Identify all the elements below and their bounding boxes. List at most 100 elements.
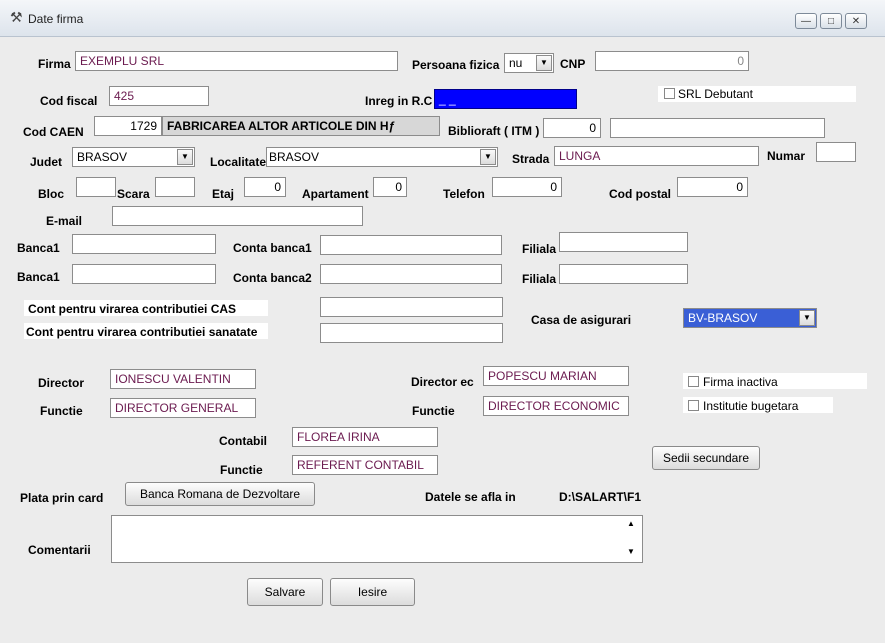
scara-label: Scara <box>117 187 150 201</box>
persoana-fizica-value: nu <box>509 56 523 70</box>
scroll-up-icon[interactable]: ▲ <box>627 519 635 528</box>
director-label: Director <box>38 376 85 390</box>
conta-banca1-input[interactable] <box>320 235 502 255</box>
telefon-input[interactable]: 0 <box>492 177 562 197</box>
biblioraft-label: Biblioraft ( ITM ) <box>448 124 540 138</box>
comentarii-label: Comentarii <box>28 543 91 557</box>
save-button[interactable]: Salvare <box>247 578 323 606</box>
judet-select[interactable]: BRASOV ▼ <box>72 147 195 167</box>
conta-banca2-label: Conta banca2 <box>233 271 312 285</box>
filiala2-input[interactable] <box>559 264 688 284</box>
inreg-rc-input[interactable]: _ _ <box>434 89 577 109</box>
email-input[interactable] <box>112 206 363 226</box>
comentarii-textarea[interactable] <box>111 515 643 563</box>
localitate-select[interactable]: BRASOV ▼ <box>266 147 498 167</box>
close-button[interactable]: ✕ <box>845 13 867 29</box>
filiala1-input[interactable] <box>559 232 688 252</box>
scroll-down-icon[interactable]: ▼ <box>627 547 635 556</box>
strada-input[interactable]: LUNGA <box>554 146 759 166</box>
filiala1-label: Filiala <box>522 242 557 256</box>
filiala2-label: Filiala <box>522 272 557 286</box>
email-label: E-mail <box>46 214 83 228</box>
cod-fiscal-label: Cod fiscal <box>40 94 98 108</box>
cod-postal-label: Cod postal <box>609 187 671 201</box>
persoana-fizica-label: Persoana fizica <box>412 58 500 72</box>
plata-card-label: Plata prin card <box>20 491 104 505</box>
cont-sanatate-input[interactable] <box>320 323 503 343</box>
etaj-input[interactable]: 0 <box>244 177 286 197</box>
conta-banca1-label: Conta banca1 <box>233 241 312 255</box>
director-ec-label: Director ec <box>411 375 474 389</box>
director-ec-functie-label: Functie <box>412 404 455 418</box>
chevron-down-icon[interactable]: ▼ <box>480 149 496 165</box>
scara-input[interactable] <box>155 177 195 197</box>
localitate-label: Localitate <box>210 155 267 169</box>
minimize-button[interactable]: — <box>795 13 817 29</box>
firma-inactiva-label: Firma inactiva <box>703 375 778 389</box>
contabil-functie-label: Functie <box>220 463 263 477</box>
banca2-label: Banca1 <box>17 270 60 284</box>
etaj-label: Etaj <box>212 187 235 201</box>
persoana-fizica-select[interactable]: nu ▼ <box>504 53 554 73</box>
bank-select-button[interactable]: Banca Romana de Dezvoltare <box>125 482 315 506</box>
director-input[interactable]: IONESCU VALENTIN <box>110 369 256 389</box>
date-location-label: Datele se afla in <box>425 490 516 504</box>
inreg-rc-label: Inreg in R.C <box>365 94 433 108</box>
casa-asigurari-value: BV-BRASOV <box>688 311 758 325</box>
telefon-label: Telefon <box>443 187 485 201</box>
bloc-input[interactable] <box>76 177 116 197</box>
chevron-down-icon[interactable]: ▼ <box>177 149 193 165</box>
chevron-down-icon[interactable]: ▼ <box>799 310 815 326</box>
cod-caen-input[interactable]: 1729 <box>94 116 162 136</box>
sedii-secundare-button[interactable]: Sedii secundare <box>652 446 760 470</box>
conta-banca2-input[interactable] <box>320 264 502 284</box>
banca1-input[interactable] <box>72 234 216 254</box>
title-bar: ⚒ Date firma — □ ✕ <box>0 0 885 37</box>
contabil-input[interactable]: FLOREA IRINA <box>292 427 438 447</box>
firma-inactiva-checkbox[interactable] <box>688 376 699 387</box>
cnp-input[interactable]: 0 <box>595 51 749 71</box>
caen-description: FABRICAREA ALTOR ARTICOLE DIN Hƒ <box>162 116 440 136</box>
cont-cas-label: Cont pentru virarea contributiei CAS <box>28 302 237 316</box>
apartament-label: Apartament <box>302 187 369 201</box>
director-ec-input[interactable]: POPESCU MARIAN <box>483 366 629 386</box>
date-location-value: D:\SALART\F1 <box>559 490 641 504</box>
biblioraft-extra-input[interactable] <box>610 118 825 138</box>
apartament-input[interactable]: 0 <box>373 177 407 197</box>
strada-label: Strada <box>512 152 550 166</box>
srl-debutant-label: SRL Debutant <box>678 87 753 101</box>
cnp-label: CNP <box>560 57 586 71</box>
localitate-value: BRASOV <box>269 150 320 164</box>
cod-fiscal-input[interactable]: 425 <box>109 86 209 106</box>
close-icon: ✕ <box>851 16 861 27</box>
srl-debutant-checkbox[interactable] <box>664 88 675 99</box>
cod-postal-input[interactable]: 0 <box>677 177 748 197</box>
bloc-label: Bloc <box>38 187 65 201</box>
banca1-label: Banca1 <box>17 241 60 255</box>
biblioraft-input[interactable]: 0 <box>543 118 601 138</box>
firma-input[interactable]: EXEMPLU SRL <box>75 51 398 71</box>
chevron-down-icon[interactable]: ▼ <box>536 55 552 71</box>
window-title: Date firma <box>28 12 84 26</box>
director-ec-functie-input[interactable]: DIRECTOR ECONOMIC <box>483 396 629 416</box>
cont-cas-input[interactable] <box>320 297 503 317</box>
maximize-button[interactable]: □ <box>820 13 842 29</box>
cod-caen-label: Cod CAEN <box>23 125 84 139</box>
institutie-bugetara-checkbox[interactable] <box>688 400 699 411</box>
contabil-label: Contabil <box>219 434 267 448</box>
banca2-input[interactable] <box>72 264 216 284</box>
contabil-functie-input[interactable]: REFERENT CONTABIL <box>292 455 438 475</box>
exit-button[interactable]: Iesire <box>330 578 415 606</box>
casa-asigurari-select[interactable]: BV-BRASOV ▼ <box>683 308 817 328</box>
cont-sanatate-label: Cont pentru virarea contributiei sanatat… <box>26 325 258 339</box>
maximize-icon: □ <box>827 16 835 27</box>
app-icon: ⚒ <box>10 9 23 25</box>
director-functie-label: Functie <box>40 404 83 418</box>
judet-label: Judet <box>30 155 63 169</box>
numar-input[interactable] <box>816 142 856 162</box>
casa-asigurari-label: Casa de asigurari <box>531 313 632 327</box>
institutie-bugetara-label: Institutie bugetara <box>703 399 799 413</box>
minimize-icon: — <box>801 16 811 27</box>
numar-label: Numar <box>767 149 806 163</box>
director-functie-input[interactable]: DIRECTOR GENERAL <box>110 398 256 418</box>
